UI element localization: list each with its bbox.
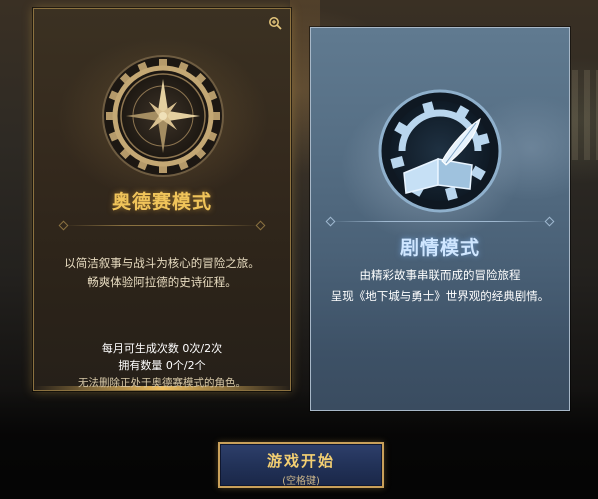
start-game-label: 游戏开始 <box>266 452 335 470</box>
owned-count: 拥有数量 0个/2个 <box>118 359 206 372</box>
story-mode-title: 剧情模式 <box>399 237 480 259</box>
start-game-button[interactable]: 游戏开始 (空格键) <box>218 442 384 488</box>
zoom-icon[interactable] <box>268 16 282 30</box>
odyssey-mode-title: 奥德赛模式 <box>111 191 212 213</box>
description-line: 呈现《地下城与勇士》世界观的经典剧情。 <box>330 289 550 303</box>
odyssey-mode-card[interactable]: 奥德赛模式 以简洁叙事与战斗为核心的冒险之旅。 畅爽体验阿拉德的史诗征程。 每月… <box>33 8 291 391</box>
description-line: 由精彩故事串联而成的冒险旅程 <box>359 268 521 282</box>
description-line: 以简洁叙事与战斗为核心的冒险之旅。 <box>64 256 260 270</box>
odyssey-mode-description: 以简洁叙事与战斗为核心的冒险之旅。 畅爽体验阿拉德的史诗征程。 <box>34 254 290 292</box>
divider <box>325 216 555 227</box>
story-mode-description: 由精彩故事串联而成的冒险旅程 呈现《地下城与勇士》世界观的经典剧情。 <box>311 265 569 307</box>
story-mode-card[interactable]: 剧情模式 由精彩故事串联而成的冒险旅程 呈现《地下城与勇士》世界观的经典剧情。 <box>310 27 570 411</box>
monthly-create-count: 每月可生成次数 0次/2次 <box>101 342 223 355</box>
compass-gear-icon <box>98 51 228 181</box>
spacebar-hint: (空格键) <box>282 476 320 487</box>
book-quill-gear-icon <box>372 83 508 219</box>
divider <box>58 220 266 231</box>
odyssey-mode-stats: 每月可生成次数 0次/2次 拥有数量 0个/2个 <box>34 340 290 374</box>
delete-warning: 无法删除正处于奥德赛模式的角色。 <box>78 377 246 389</box>
description-line: 畅爽体验阿拉德的史诗征程。 <box>87 275 237 289</box>
